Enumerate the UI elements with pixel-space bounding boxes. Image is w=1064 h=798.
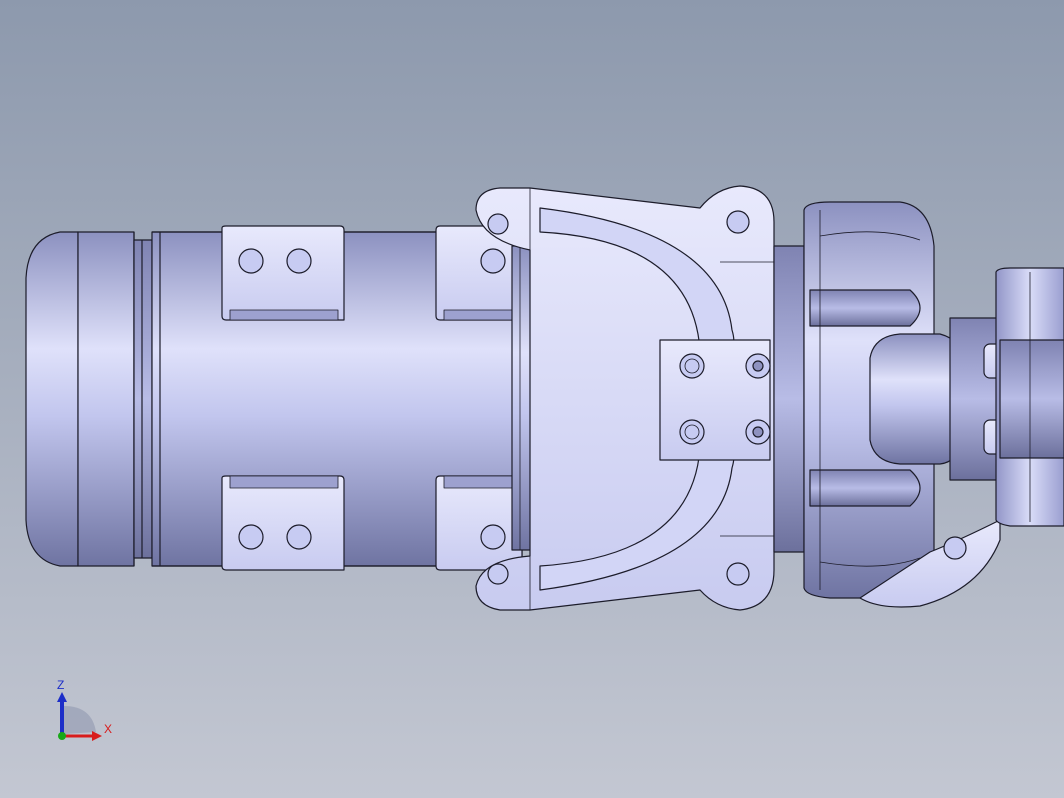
outlet-flange[interactable]: [995, 267, 1064, 527]
y-axis-dot: [58, 732, 66, 740]
suction-nozzle[interactable]: [869, 317, 1005, 481]
mount-foot-bottom-right[interactable]: [435, 475, 523, 571]
z-axis-label: Z: [57, 678, 64, 692]
x-axis-arrow: [92, 731, 102, 741]
z-axis-arrow: [57, 692, 67, 702]
x-axis-label: X: [104, 722, 112, 736]
mount-foot-top-left[interactable]: [221, 225, 345, 321]
motor-end-cap[interactable]: [25, 231, 135, 567]
mount-foot-bottom-left[interactable]: [221, 475, 345, 571]
triad-plane-shading: [64, 706, 96, 734]
graphics-viewport[interactable]: [0, 0, 1064, 798]
coordinate-triad: Z X: [48, 674, 118, 746]
